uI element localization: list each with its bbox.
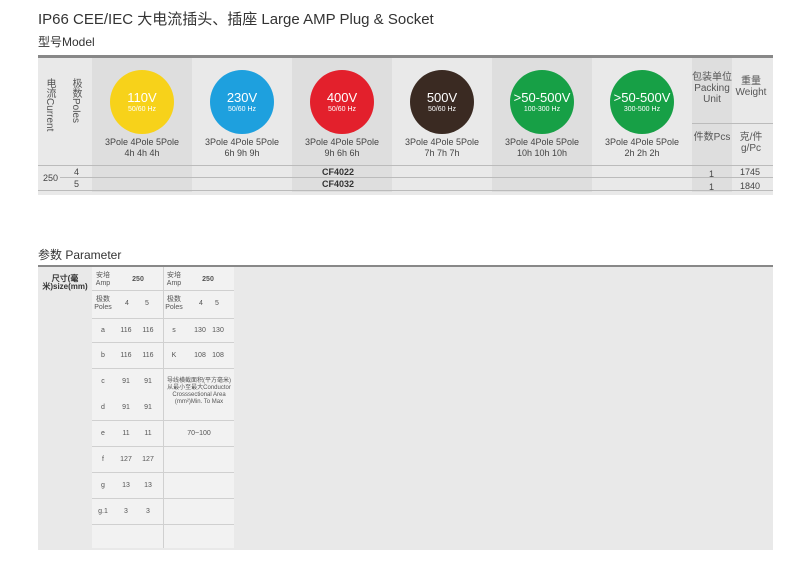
- poles-value: 4: [125, 300, 129, 307]
- conductor-label: 导线横截面积(平方毫米)从最小至最大Conductor Crosssection…: [167, 378, 231, 405]
- parameter-section-label: 参数 Parameter: [38, 248, 122, 262]
- dimension-value: 13: [144, 482, 152, 489]
- pole-labels: 3Pole 4Pole 5Pole 9h 6h 6h: [304, 137, 380, 158]
- poles-label: 极数Poles: [94, 296, 112, 311]
- dimension-value: 11: [122, 430, 130, 437]
- dimension-value: 3: [146, 508, 150, 515]
- row-pcs: 1: [709, 182, 715, 192]
- row-poles: 5: [74, 179, 80, 189]
- dimension-key: d: [101, 404, 105, 411]
- frequency-label: 50/60 Hz: [327, 105, 357, 113]
- voltage-circle-500v: 500V 50/60 Hz: [410, 70, 474, 134]
- poles-value: 5: [215, 300, 219, 307]
- model-code: CF4022: [322, 167, 355, 177]
- model-code: CF4032: [322, 179, 355, 189]
- param-divider: [163, 267, 164, 548]
- voltage-circle-50-500v-100-300hz: >50-500V 100-300 Hz: [510, 70, 574, 134]
- frequency-label: 50/60 Hz: [427, 105, 457, 113]
- dimension-value: 13: [122, 482, 130, 489]
- packing-unit-header: 包装单位Packing Unit: [692, 72, 732, 105]
- current-header: 电流Current: [44, 78, 55, 132]
- dimension-value: 116: [142, 352, 154, 359]
- dimension-value: 116: [120, 352, 132, 359]
- frequency-label: 100-300 Hz: [523, 105, 561, 113]
- voltage-label: >50-500V: [613, 89, 671, 105]
- dimension-value: 130: [194, 327, 206, 334]
- dimension-value: 127: [120, 456, 132, 463]
- poles-header: 极数Poles: [70, 78, 81, 124]
- dimension-value: 11: [144, 430, 152, 437]
- pole-labels: 3Pole 4Pole 5Pole 2h 2h 2h: [604, 137, 680, 158]
- dimension-key: c: [101, 378, 105, 385]
- voltage-label: 500V: [426, 89, 458, 105]
- model-section-label: 型号Model: [38, 35, 95, 49]
- dimension-key: e: [101, 430, 105, 437]
- dimension-key: a: [101, 327, 105, 334]
- header-divider: [692, 123, 773, 124]
- current-value: 250: [43, 173, 59, 183]
- voltage-circle-50-500v-300-500hz: >50-500V 300-500 Hz: [610, 70, 674, 134]
- frequency-label: 50/60 Hz: [227, 105, 257, 113]
- row-divider: [60, 177, 773, 178]
- voltage-label: 400V: [326, 89, 358, 105]
- dimension-value: 116: [120, 327, 132, 334]
- dimension-key: g: [101, 482, 105, 489]
- weight-header: 重量Weight: [735, 76, 767, 98]
- dimension-key: g.1: [98, 508, 108, 515]
- pole-labels: 3Pole 4Pole 5Pole 6h 9h 9h: [204, 137, 280, 158]
- dimension-value: 91: [122, 378, 130, 385]
- dimension-value: 3: [124, 508, 128, 515]
- page-title: IP66 CEE/IEC 大电流插头、插座 Large AMP Plug & S…: [38, 11, 434, 28]
- pole-labels: 3Pole 4Pole 5Pole 7h 7h 7h: [404, 137, 480, 158]
- row-weight: 1840: [740, 181, 761, 191]
- voltage-label: >50-500V: [513, 89, 571, 105]
- poles-value: 5: [145, 300, 149, 307]
- amp-label: 安培Amp: [95, 272, 111, 287]
- dimension-value: 130: [212, 327, 224, 334]
- row-divider: [38, 190, 773, 191]
- amp-label: 安培Amp: [166, 272, 182, 287]
- voltage-circle-400v: 400V 50/60 Hz: [310, 70, 374, 134]
- dimension-key: f: [102, 456, 104, 463]
- dimension-value: 116: [142, 327, 154, 334]
- amp-value: 250: [132, 276, 144, 283]
- dimension-value: 91: [122, 404, 130, 411]
- frequency-label: 300-500 Hz: [623, 105, 661, 113]
- pole-labels: 3Pole 4Pole 5Pole 4h 4h 4h: [104, 137, 180, 158]
- dimension-value: 91: [144, 378, 152, 385]
- row-poles: 4: [74, 167, 80, 177]
- voltage-label: 110V: [127, 89, 157, 105]
- dimension-value: 108: [212, 352, 224, 359]
- voltage-circle-110v: 110V 50/60 Hz: [110, 70, 174, 134]
- row-divider: [38, 165, 773, 166]
- row-weight: 1745: [740, 167, 761, 177]
- row-pcs: 1: [709, 169, 715, 179]
- pole-labels: 3Pole 4Pole 5Pole 10h 10h 10h: [504, 137, 580, 158]
- poles-label: 极数Poles: [165, 296, 183, 311]
- poles-value: 4: [199, 300, 203, 307]
- conductor-value: 70~100: [187, 430, 211, 437]
- dimension-value: 127: [142, 456, 154, 463]
- pcs-header: 件数Pcs: [693, 132, 731, 143]
- dimension-value: 91: [144, 404, 152, 411]
- dimension-key: s: [172, 327, 176, 334]
- amp-value: 250: [202, 276, 214, 283]
- dimension-value: 108: [194, 352, 206, 359]
- dimension-key: K: [171, 352, 177, 359]
- voltage-label: 230V: [226, 89, 258, 105]
- frequency-label: 50/60 Hz: [127, 105, 157, 113]
- gpc-header: 克/件g/Pc: [739, 132, 763, 154]
- dimension-key: b: [101, 352, 105, 359]
- size-label: 尺寸(毫米)size(mm): [42, 274, 88, 291]
- voltage-circle-230v: 230V 50/60 Hz: [210, 70, 274, 134]
